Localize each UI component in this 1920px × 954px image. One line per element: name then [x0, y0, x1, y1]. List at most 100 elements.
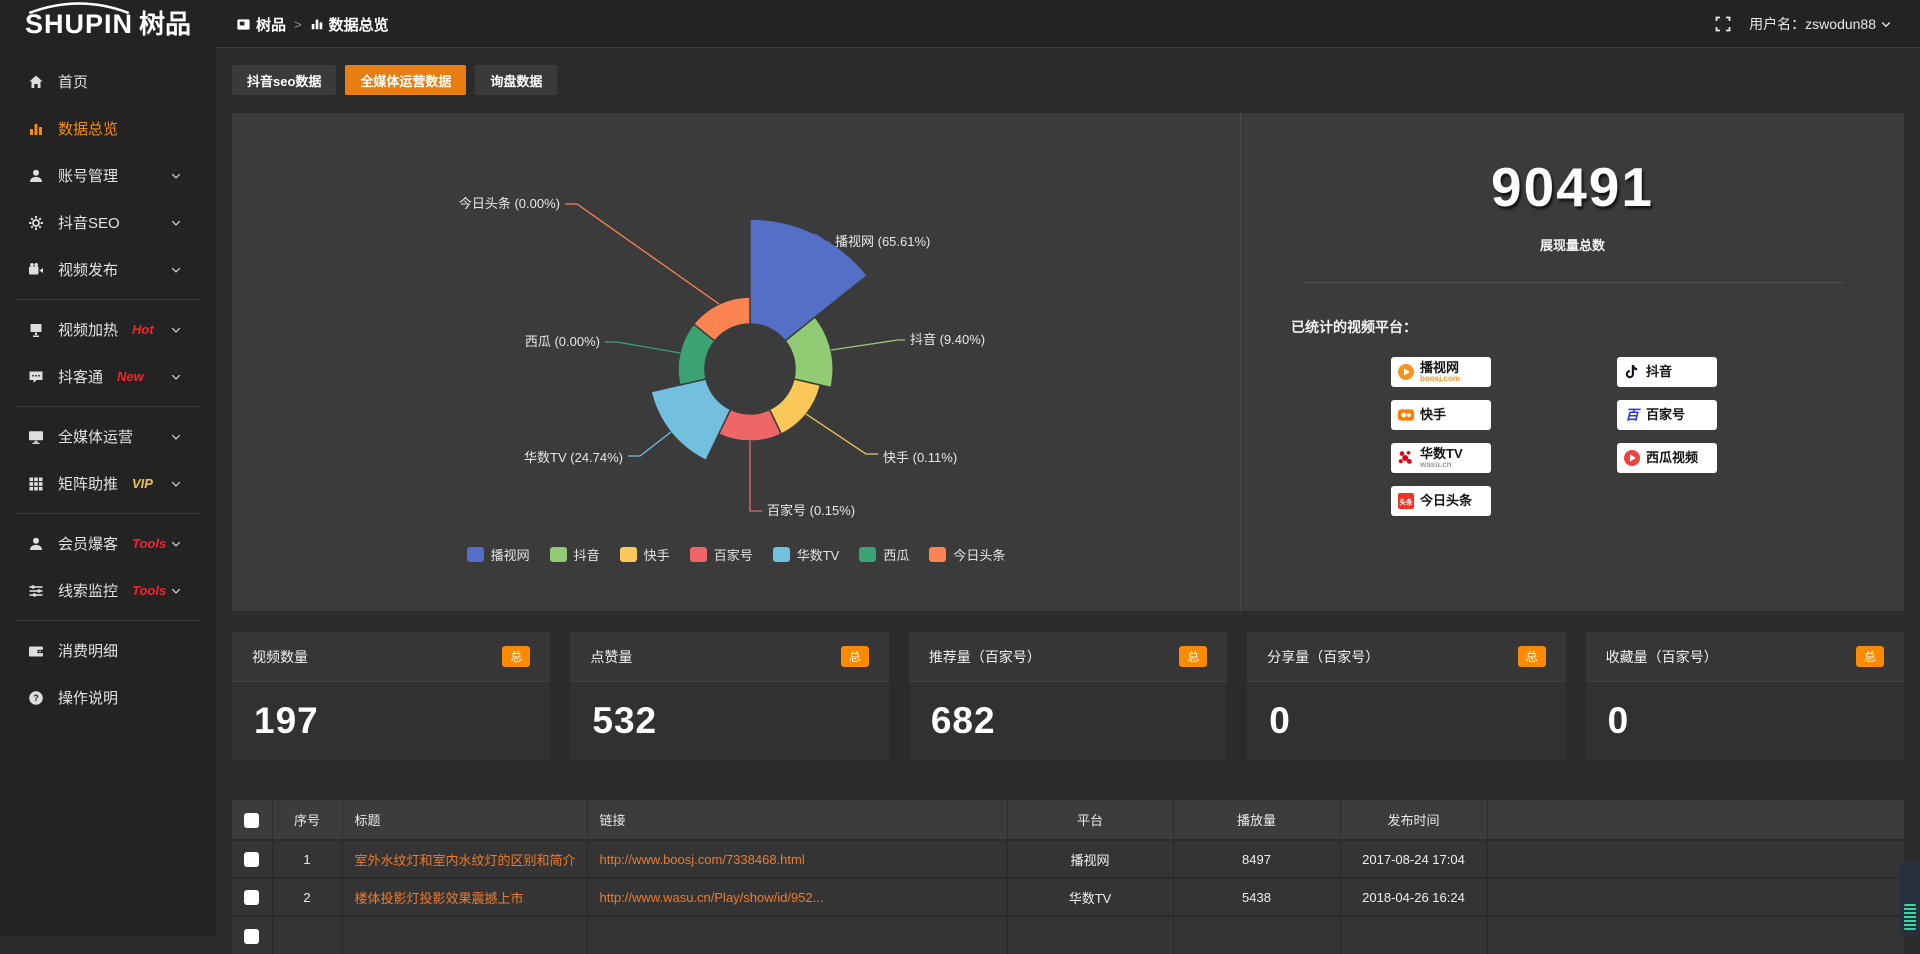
boosj-logo	[1397, 363, 1415, 381]
sidebar-item-7[interactable]: 抖客通New	[0, 353, 216, 400]
legend-item-抖音[interactable]: 抖音	[550, 545, 600, 564]
legend-swatch-icon	[859, 547, 876, 562]
platform-badge-name: 百家号	[1646, 408, 1685, 422]
legend-item-百家号[interactable]: 百家号	[690, 545, 753, 564]
video-url-link[interactable]: http://www.boosj.com/7338468.html	[600, 852, 805, 867]
tab-2[interactable]: 全媒体运营数据	[345, 65, 466, 95]
table-row-partial	[232, 916, 1904, 954]
sidebar-divider	[14, 406, 202, 407]
row-empty-cell	[342, 916, 587, 954]
fullscreen-icon[interactable]	[1715, 16, 1731, 32]
sidebar-item-11[interactable]: 线索监控Tools	[0, 567, 216, 614]
platform-badge-texts: 华数TVwasu.cn	[1420, 447, 1463, 469]
checkbox[interactable]	[244, 813, 259, 828]
platform-badge-name: 抖音	[1646, 365, 1672, 379]
svg-text:头条: 头条	[1399, 497, 1413, 506]
chart-panel: 播视网 (65.61%)抖音 (9.40%)快手 (0.11%)百家号 (0.1…	[232, 113, 1904, 611]
sidebar-item-4[interactable]: 抖音SEO	[0, 199, 216, 246]
video-title-link[interactable]: 室外水纹灯和室内水纹灯的区别和简介	[355, 853, 576, 868]
chat-icon	[27, 369, 44, 385]
pie-label: 百家号 (0.15%)	[767, 503, 855, 518]
breadcrumb-root[interactable]: 树品	[236, 14, 286, 35]
row-empty-cell	[1487, 840, 1904, 878]
tab-3[interactable]: 询盘数据	[475, 65, 557, 95]
tab-1[interactable]: 抖音seo数据	[232, 65, 336, 95]
total-badge[interactable]: 总	[1856, 646, 1884, 667]
stat-card-3: 推荐量（百家号）总682	[909, 632, 1227, 760]
checkbox[interactable]	[244, 852, 259, 867]
platform-badge-name: 华数TV	[1420, 447, 1463, 461]
legend-swatch-icon	[467, 547, 484, 562]
total-badge[interactable]: 总	[502, 646, 530, 667]
sidebar-item-12[interactable]: 消费明细	[0, 627, 216, 674]
total-badge[interactable]: 总	[1518, 646, 1546, 667]
sidebar-item-2[interactable]: 数据总览	[0, 105, 216, 152]
sliders-icon	[27, 583, 44, 599]
header-right: 用户名：zswodun88	[1715, 14, 1920, 34]
gear-icon	[27, 215, 44, 231]
sidebar-divider	[14, 513, 202, 514]
sidebar-item-6[interactable]: 视频加热Hot	[0, 306, 216, 353]
label-leader-line	[605, 342, 680, 353]
floating-widget[interactable]	[1900, 862, 1920, 936]
videos-table-wrap: 序号标题链接平台播放量发布时间 1室外水纹灯和室内水纹灯的区别和简介http:/…	[232, 800, 1904, 954]
sidebar-item-tag: Tools	[132, 583, 166, 598]
bar-chart-icon	[310, 17, 324, 31]
sidebar-item-8[interactable]: 全媒体运营	[0, 413, 216, 460]
legend-item-华数TV[interactable]: 华数TV	[773, 545, 840, 564]
home-icon	[27, 74, 44, 90]
platforms-label: 已统计的视频平台：	[1291, 317, 1904, 337]
total-value: 90491	[1241, 155, 1904, 219]
stat-card-value: 0	[1247, 682, 1565, 742]
total-label: 展现量总数	[1241, 235, 1904, 254]
pie-sector-华数TV[interactable]	[651, 379, 730, 460]
sidebar-item-3[interactable]: 账号管理	[0, 152, 216, 199]
row-link: http://www.wasu.cn/Play/show/id/952...	[587, 878, 1007, 916]
table-row-2: 2楼体投影灯投影效果震撼上市http://www.wasu.cn/Play/sh…	[232, 878, 1904, 916]
legend-item-快手[interactable]: 快手	[620, 545, 670, 564]
rose-chart-area: 播视网 (65.61%)抖音 (9.40%)快手 (0.11%)百家号 (0.1…	[232, 113, 1240, 611]
total-badge[interactable]: 总	[841, 646, 869, 667]
stat-card-title: 收藏量（百家号）	[1606, 647, 1718, 667]
pie-label: 播视网 (65.61%)	[835, 234, 930, 249]
checkbox[interactable]	[244, 890, 259, 905]
rose-chart[interactable]: 播视网 (65.61%)抖音 (9.40%)快手 (0.11%)百家号 (0.1…	[232, 113, 1240, 543]
stat-card-2: 点赞量总532	[570, 632, 888, 760]
sidebar-item-label: 全媒体运营	[58, 426, 133, 447]
checkbox[interactable]	[244, 929, 259, 944]
sidebar-divider	[14, 620, 202, 621]
table-header-5: 播放量	[1173, 800, 1340, 840]
chevron-down-icon	[167, 371, 184, 383]
video-url-link[interactable]: http://www.wasu.cn/Play/show/id/952...	[600, 890, 824, 905]
legend-item-今日头条[interactable]: 今日头条	[929, 545, 1005, 564]
sidebar-item-1[interactable]: 首页	[0, 58, 216, 105]
user-menu[interactable]: 用户名：zswodun88	[1749, 14, 1892, 34]
sidebar-item-label: 视频发布	[58, 259, 118, 280]
platform-badge-sub: boosj.com	[1420, 375, 1460, 383]
total-badge[interactable]: 总	[1179, 646, 1207, 667]
table-header-3: 链接	[587, 800, 1007, 840]
row-empty-cell	[1007, 916, 1173, 954]
sidebar-item-5[interactable]: 视频发布	[0, 246, 216, 293]
member-icon	[27, 536, 44, 552]
platform-badge-name: 今日头条	[1420, 494, 1472, 508]
douyin-logo	[1623, 363, 1641, 381]
legend-label: 西瓜	[883, 545, 909, 564]
sidebar-item-13[interactable]: ?操作说明	[0, 674, 216, 721]
row-time: 2017-08-24 17:04	[1340, 840, 1487, 878]
sidebar-item-10[interactable]: 会员爆客Tools	[0, 520, 216, 567]
pie-label: 华数TV (24.74%)	[524, 450, 623, 465]
platform-badge-texts: 快手	[1420, 408, 1446, 422]
table-row-1: 1 室外水纹灯和室内水纹灯的区别和简介 http://www.boosj.com/7…	[232, 840, 1904, 878]
sidebar-item-9[interactable]: 矩阵助推VIP	[0, 460, 216, 507]
platform-badge-texts: 今日头条	[1420, 494, 1472, 508]
platform-badge-texts: 百家号	[1646, 408, 1685, 422]
sidebar-item-label: 矩阵助推	[58, 473, 118, 494]
legend-item-西瓜[interactable]: 西瓜	[859, 545, 909, 564]
sidebar-item-label: 抖客通	[58, 366, 103, 387]
video-title-link[interactable]: 楼体投影灯投影效果震撼上市	[355, 891, 524, 906]
legend-item-播视网[interactable]: 播视网	[467, 545, 530, 564]
legend-label: 今日头条	[953, 545, 1005, 564]
row-index: 1	[272, 840, 342, 878]
tab-bar: 抖音seo数据全媒体运营数据询盘数据	[232, 65, 1904, 95]
